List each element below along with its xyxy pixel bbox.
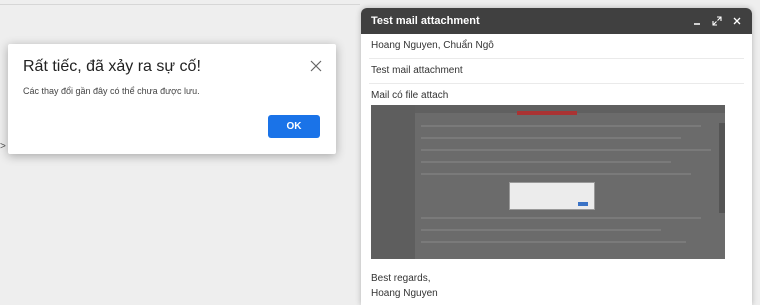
divider [0, 4, 360, 5]
compose-window: Test mail attachment Hoang Nguyen, Chuẩn… [361, 8, 752, 305]
background-arrow: > [0, 141, 6, 152]
minimize-icon[interactable] [692, 16, 702, 26]
inline-screenshot-image[interactable] [371, 105, 725, 259]
thumb-dialog-ok [578, 202, 588, 206]
thumb-sidebar [371, 105, 415, 259]
compose-body[interactable]: Mail có file attach Best regards, Hoang … [361, 84, 752, 305]
compose-header[interactable]: Test mail attachment [361, 8, 752, 34]
thumb-error-banner [517, 111, 577, 115]
expand-icon[interactable] [712, 16, 722, 26]
signoff-line-1: Best regards, [371, 273, 431, 284]
thumb-row [421, 241, 686, 243]
thumb-scrollbar [719, 123, 725, 213]
compose-title: Test mail attachment [371, 15, 480, 27]
dialog-message: Các thay đổi gần đây có thể chưa được lư… [23, 86, 200, 96]
thumb-row [421, 125, 701, 127]
thumb-row [421, 173, 691, 175]
ok-button[interactable]: OK [268, 115, 320, 138]
error-dialog: Rất tiếc, đã xảy ra sự cố! Các thay đổi … [8, 44, 336, 154]
body-intro: Mail có file attach [371, 90, 449, 101]
recipients-field[interactable]: Hoang Nguyen, Chuẩn Ngô [369, 34, 744, 59]
subject-field[interactable]: Test mail attachment [369, 59, 744, 84]
thumb-row [421, 161, 671, 163]
thumb-row [421, 137, 681, 139]
thumb-dialog [509, 182, 595, 210]
compose-controls [692, 16, 742, 26]
signoff-line-2: Hoang Nguyen [371, 288, 438, 299]
close-icon[interactable] [732, 16, 742, 26]
thumb-row [421, 149, 711, 151]
dialog-title: Rất tiếc, đã xảy ra sự cố! [23, 58, 201, 75]
thumb-row [421, 229, 661, 231]
dialog-close-icon[interactable] [310, 59, 322, 72]
thumb-row [421, 217, 701, 219]
